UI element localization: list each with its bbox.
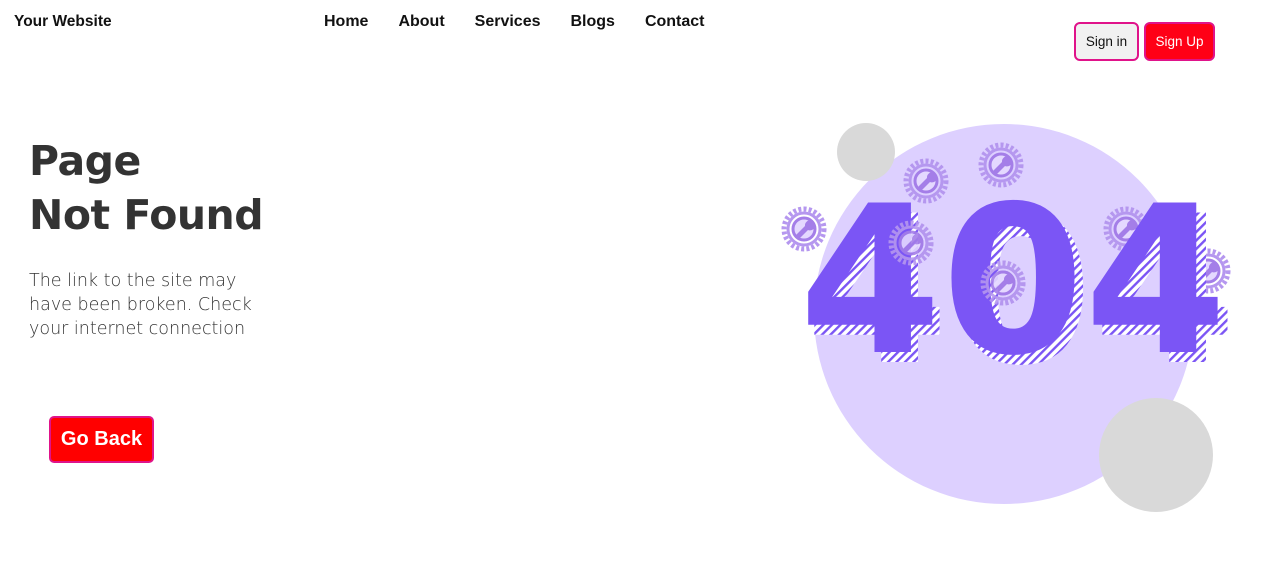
error-description: The link to the site may have been broke… (29, 271, 252, 339)
nav-home[interactable]: Home (324, 13, 368, 31)
sign-up-button[interactable]: Sign Up (1144, 22, 1215, 61)
main-nav: Home About Services Blogs Contact (324, 13, 705, 31)
page-title-line1: Page (29, 137, 141, 185)
sign-in-button[interactable]: Sign in (1074, 22, 1139, 61)
error-404-illustration: 404 404 (760, 123, 1237, 512)
page-title-line2: Not Found (29, 191, 264, 239)
grey-circle-large (1099, 398, 1213, 512)
nav-blogs[interactable]: Blogs (571, 13, 615, 31)
nav-about[interactable]: About (398, 13, 444, 31)
nav-services[interactable]: Services (475, 13, 541, 31)
go-back-button[interactable]: Go Back (49, 416, 154, 463)
nav-contact[interactable]: Contact (645, 13, 705, 31)
site-brand[interactable]: Your Website (14, 13, 112, 31)
page-title: Page Not Found (29, 134, 264, 242)
auth-buttons: Sign in Sign Up (1074, 22, 1215, 61)
